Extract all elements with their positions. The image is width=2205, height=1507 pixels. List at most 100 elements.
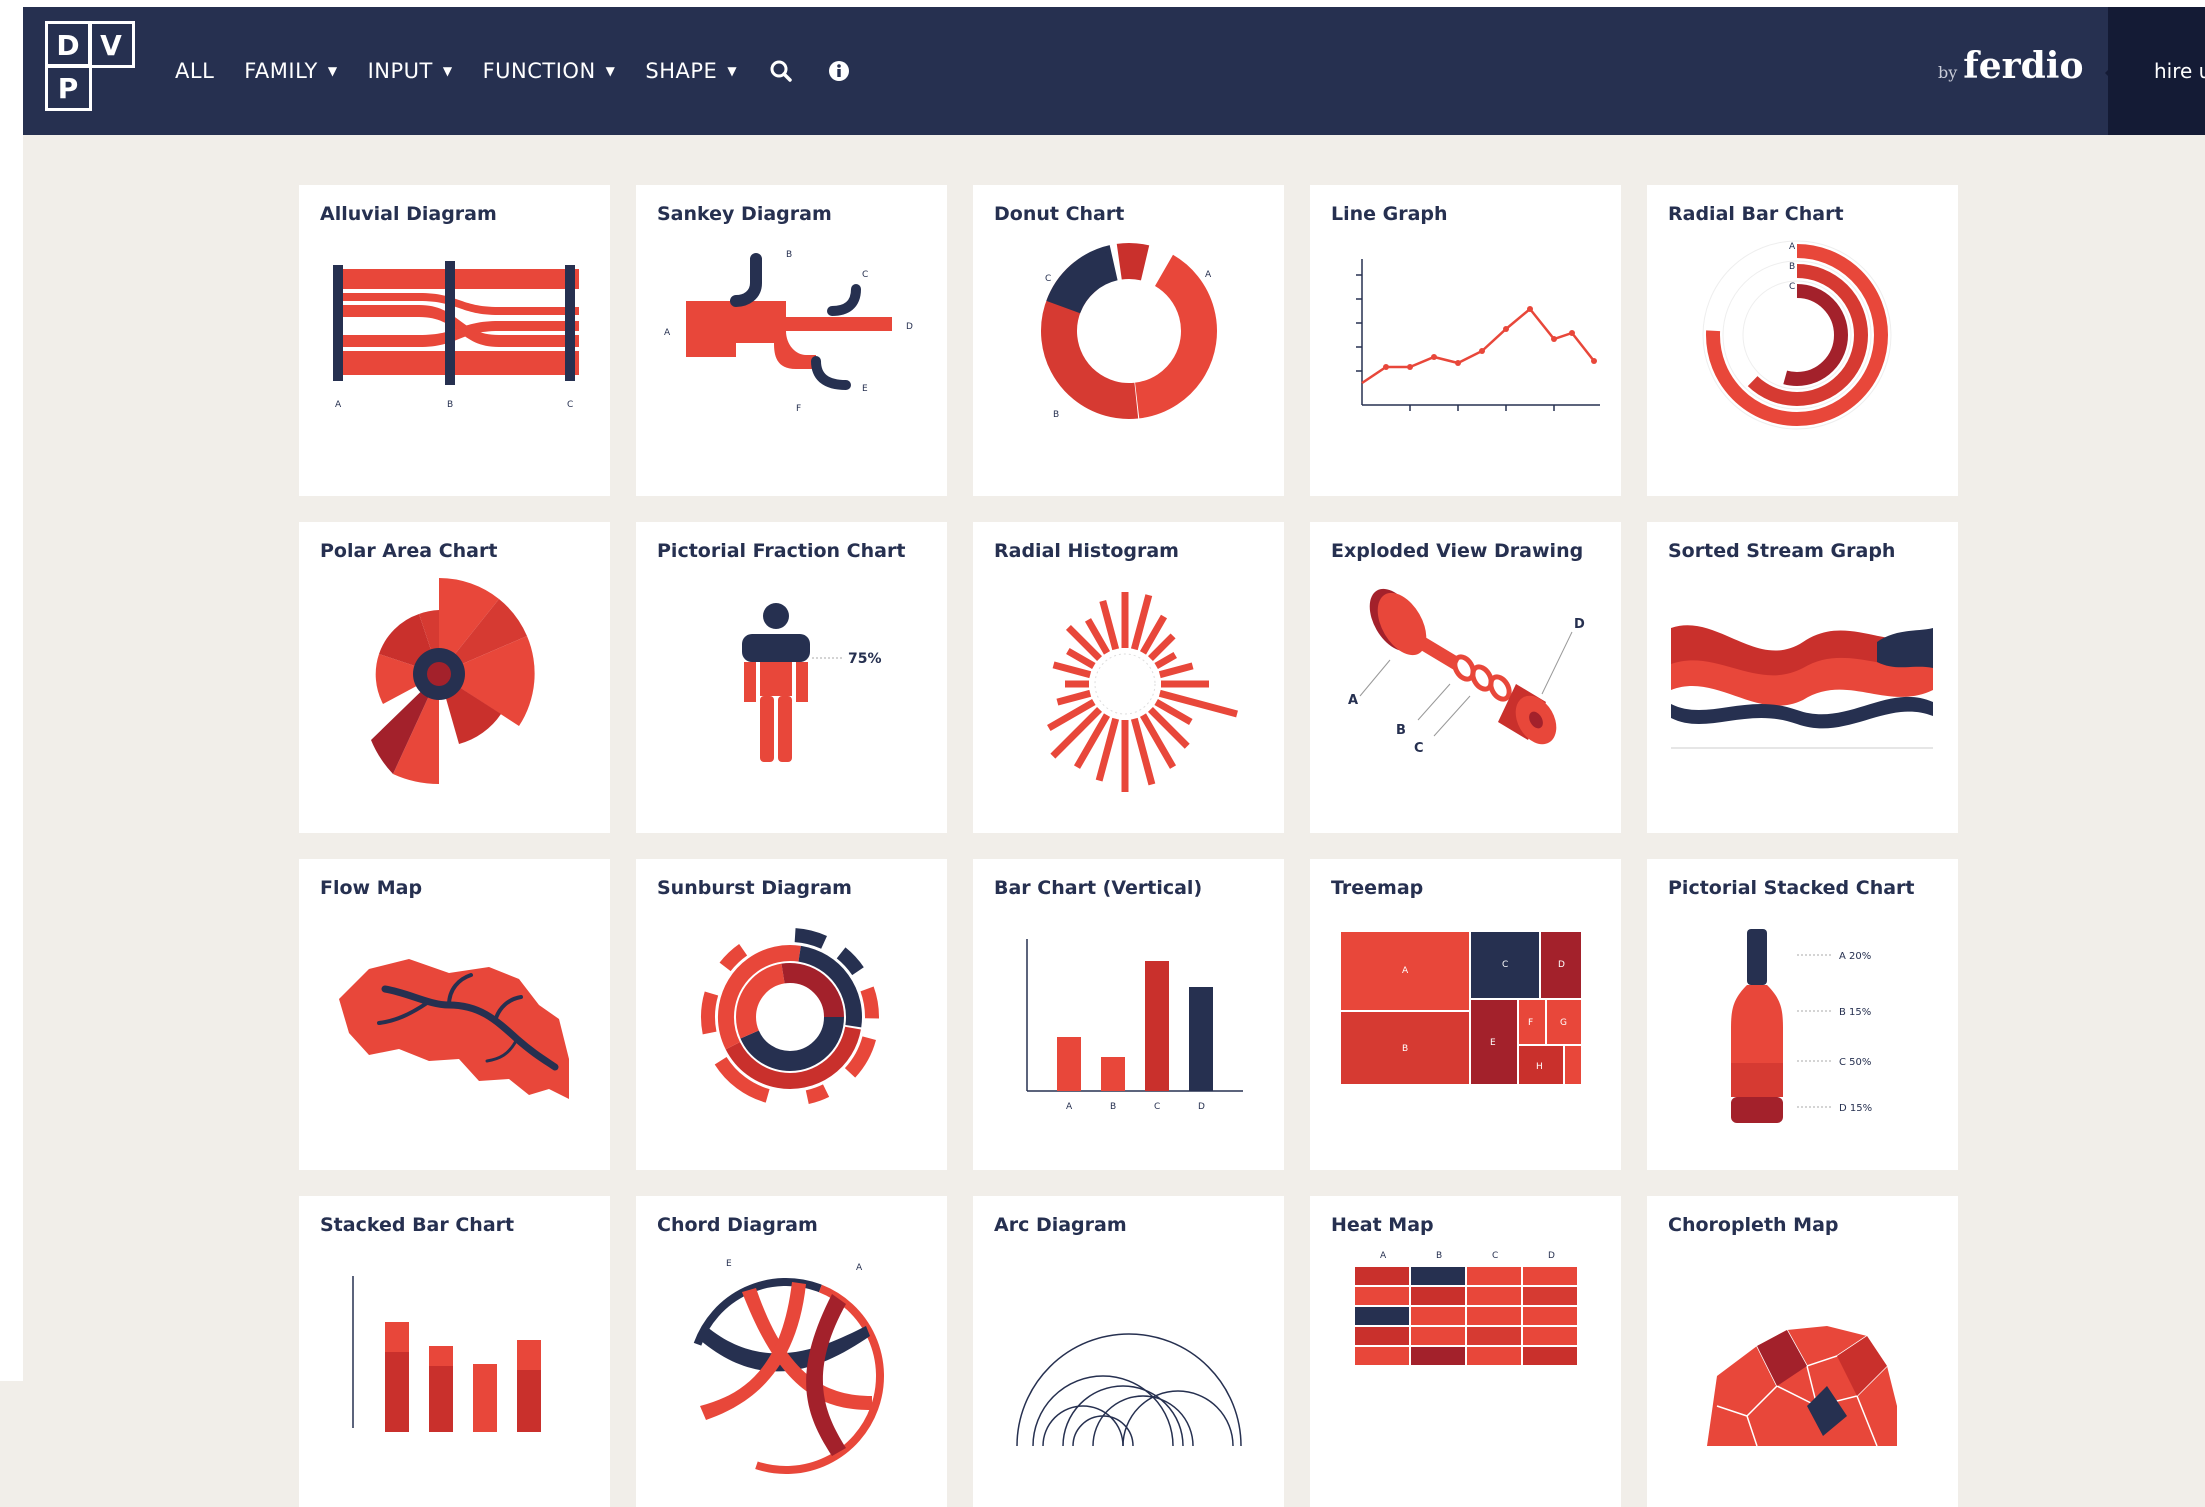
donut-thumbnail: A B C D xyxy=(1041,243,1217,420)
sorted-stream-thumbnail xyxy=(1671,625,1933,749)
alluvial-label-c: C xyxy=(567,400,573,410)
card-choropleth-map[interactable]: Choropleth Map xyxy=(1647,1196,1958,1507)
heat-col-b: B xyxy=(1436,1251,1442,1261)
caret-down-icon: ▼ xyxy=(442,64,453,78)
search-icon[interactable] xyxy=(767,57,795,85)
top-navbar: D V P ALL FAMILY ▼ INPUT ▼ FUNCTION ▼ SHAPE… xyxy=(23,7,2205,135)
sankey-label-c: C xyxy=(862,270,868,280)
fraction-value: 75% xyxy=(848,651,882,667)
card-chord-diagram[interactable]: Chord Diagram A E xyxy=(636,1196,947,1507)
card-polar-area-chart[interactable]: Polar Area Chart xyxy=(299,522,610,833)
card-title: Line Graph xyxy=(1331,203,1448,225)
card-pictorial-stacked-chart[interactable]: Pictorial Stacked Chart A 20% B 15% C 50… xyxy=(1647,859,1958,1170)
nav-all[interactable]: ALL xyxy=(175,59,214,83)
brand-name: ferdio xyxy=(1963,45,2084,87)
treemap-thumbnail: A B C D E F G H xyxy=(1339,930,1583,1086)
exploded-label-a: A xyxy=(1348,693,1358,708)
card-radial-bar-chart[interactable]: Radial Bar Chart A B C xyxy=(1647,185,1958,496)
nav-shape[interactable]: SHAPE ▼ xyxy=(645,59,737,83)
choropleth-thumbnail xyxy=(1707,1326,1897,1447)
heat-col-d: D xyxy=(1548,1251,1555,1261)
card-title: Sankey Diagram xyxy=(657,203,832,225)
left-edge xyxy=(0,0,23,1381)
card-donut-chart[interactable]: Donut Chart A B C D xyxy=(973,185,1284,496)
exploded-view-thumbnail: A B C D xyxy=(1348,588,1585,756)
sunburst-thumbnail xyxy=(701,928,879,1106)
stacked-bar-thumbnail xyxy=(352,1276,541,1432)
treemap-label-c: C xyxy=(1502,960,1508,970)
card-title: Sunburst Diagram xyxy=(657,877,852,899)
alluvial-label-b: B xyxy=(447,400,453,410)
bar-label-d: D xyxy=(1198,1102,1205,1112)
bar-label-b: B xyxy=(1110,1102,1116,1112)
card-title: Polar Area Chart xyxy=(320,540,498,562)
card-pictorial-fraction-chart[interactable]: Pictorial Fraction Chart 75% xyxy=(636,522,947,833)
top-edge xyxy=(0,0,2205,7)
card-title: Bar Chart (Vertical) xyxy=(994,877,1203,899)
card-flow-map[interactable]: Flow Map xyxy=(299,859,610,1170)
radial-bar-label-a: A xyxy=(1789,242,1796,252)
caret-down-icon: ▼ xyxy=(605,64,616,78)
info-icon[interactable] xyxy=(825,57,853,85)
radial-bar-thumbnail: A B C xyxy=(1702,240,1892,430)
bottle-label-b: B 15% xyxy=(1839,1007,1871,1018)
exploded-label-d: D xyxy=(1574,617,1585,632)
treemap-label-f: F xyxy=(1528,1018,1533,1028)
hire-us-button[interactable]: hire us! xyxy=(2108,7,2205,135)
exploded-label-b: B xyxy=(1396,723,1406,738)
nav-input[interactable]: INPUT ▼ xyxy=(368,59,453,83)
card-sankey-diagram[interactable]: Sankey Diagram A B C D E F xyxy=(636,185,947,496)
chord-label-e: E xyxy=(726,1259,732,1269)
alluvial-label-a: A xyxy=(335,400,342,410)
card-exploded-view-drawing[interactable]: Exploded View Drawing A B C D xyxy=(1310,522,1621,833)
caret-down-icon: ▼ xyxy=(327,64,338,78)
treemap-label-g: G xyxy=(1560,1018,1567,1028)
treemap-label-d: D xyxy=(1558,960,1565,970)
chord-label-a: A xyxy=(856,1263,863,1273)
sankey-thumbnail: A B C D E F xyxy=(664,250,913,414)
pictorial-fraction-thumbnail: 75% xyxy=(742,603,882,762)
polar-area-thumbnail xyxy=(371,578,535,785)
card-title: Heat Map xyxy=(1331,1214,1434,1236)
card-title: Pictorial Fraction Chart xyxy=(657,540,906,562)
card-title: Donut Chart xyxy=(994,203,1125,225)
logo-letter-p: P xyxy=(58,72,79,105)
nav-family-label: FAMILY xyxy=(244,59,318,83)
line-graph-thumbnail xyxy=(1356,259,1600,411)
card-bar-chart-vertical[interactable]: Bar Chart (Vertical) A B C D xyxy=(973,859,1284,1170)
donut-label-b: B xyxy=(1053,410,1059,420)
card-arc-diagram[interactable]: Arc Diagram xyxy=(973,1196,1284,1507)
radial-histogram-thumbnail xyxy=(1047,592,1238,792)
donut-label-d: D xyxy=(1103,246,1110,256)
dvp-logo[interactable]: D V P xyxy=(45,21,135,111)
radial-bar-label-b: B xyxy=(1789,262,1795,272)
card-line-graph[interactable]: Line Graph xyxy=(1310,185,1621,496)
sankey-label-d: D xyxy=(906,322,913,332)
card-title: Radial Bar Chart xyxy=(1668,203,1844,225)
card-sorted-stream-graph[interactable]: Sorted Stream Graph xyxy=(1647,522,1958,833)
card-title: Sorted Stream Graph xyxy=(1668,540,1896,562)
card-title: Radial Histogram xyxy=(994,540,1179,562)
pictorial-stacked-thumbnail: A 20% B 15% C 50% D 15% xyxy=(1731,929,1872,1123)
nav-family[interactable]: FAMILY ▼ xyxy=(244,59,337,83)
heat-map-thumbnail: A B C D xyxy=(1353,1251,1579,1367)
card-heat-map[interactable]: Heat Map A B C D xyxy=(1310,1196,1621,1507)
card-radial-histogram[interactable]: Radial Histogram xyxy=(973,522,1284,833)
card-title: Stacked Bar Chart xyxy=(320,1214,515,1236)
chord-thumbnail: A E xyxy=(688,1259,884,1474)
logo-letter-d: D xyxy=(56,29,79,62)
nav-function[interactable]: FUNCTION ▼ xyxy=(483,59,616,83)
sankey-label-a: A xyxy=(664,328,671,338)
card-sunburst-diagram[interactable]: Sunburst Diagram xyxy=(636,859,947,1170)
chart-grid: Alluvial Diagram A B C Sankey Diagram A … xyxy=(299,185,1958,1507)
sankey-label-f: F xyxy=(796,404,801,414)
card-stacked-bar-chart[interactable]: Stacked Bar Chart xyxy=(299,1196,610,1507)
card-treemap[interactable]: Treemap A B C D E F G H xyxy=(1310,859,1621,1170)
radial-bar-label-c: C xyxy=(1789,282,1795,292)
card-alluvial-diagram[interactable]: Alluvial Diagram A B C xyxy=(299,185,610,496)
ferdio-brand[interactable]: by ferdio xyxy=(1938,45,2084,87)
exploded-label-c: C xyxy=(1414,741,1424,756)
treemap-label-e: E xyxy=(1490,1038,1496,1048)
bottle-label-c: C 50% xyxy=(1839,1057,1871,1068)
bar-label-c: C xyxy=(1154,1102,1160,1112)
